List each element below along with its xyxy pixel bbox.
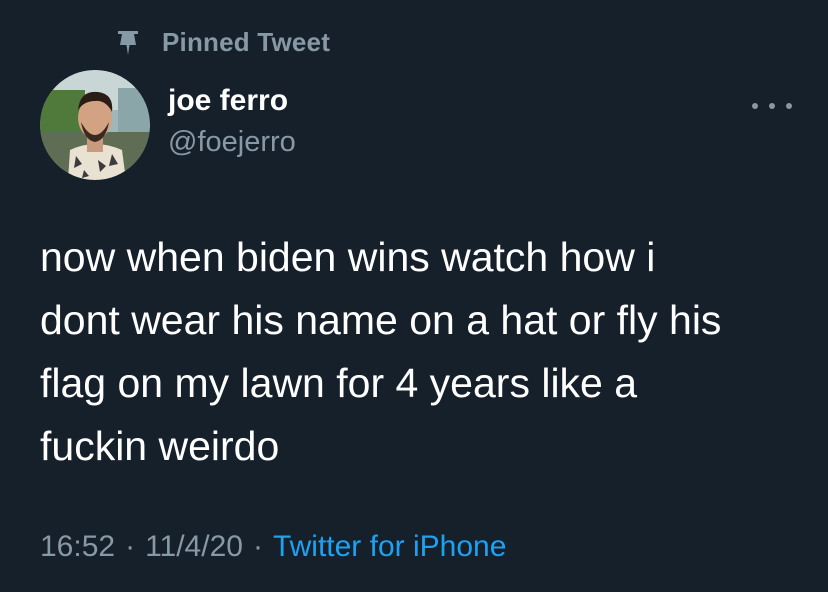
tweet-time[interactable]: 16:52 [40, 530, 115, 563]
tweet-line: dont wear his name on a hat or fly his [40, 297, 722, 343]
tweet-line: flag on my lawn for 4 years like a [40, 360, 638, 406]
tweet-date[interactable]: 11/4/20 [145, 530, 243, 563]
avatar[interactable] [40, 70, 150, 180]
tweet-text: now when biden wins watch how i dont wea… [40, 226, 810, 478]
display-name[interactable]: joe ferro [168, 84, 288, 118]
meta-separator: · [125, 530, 136, 563]
pin-icon [118, 31, 138, 55]
more-options-icon [786, 103, 792, 109]
source-link[interactable]: Twitter for iPhone [273, 530, 506, 563]
tweet-line: fuckin weirdo [40, 423, 280, 469]
meta-separator: · [252, 530, 263, 563]
pinned-label: Pinned Tweet [162, 26, 331, 57]
pinned-indicator: Pinned Tweet [112, 24, 330, 60]
tweet-metadata: 16:52 · 11/4/20 · Twitter for iPhone [40, 530, 506, 564]
tweet-line: now when biden wins watch how i [40, 234, 656, 280]
more-options-icon [752, 103, 758, 109]
more-options-button[interactable] [752, 92, 792, 120]
more-options-icon [769, 103, 775, 109]
user-handle[interactable]: @foejerro [168, 126, 296, 159]
